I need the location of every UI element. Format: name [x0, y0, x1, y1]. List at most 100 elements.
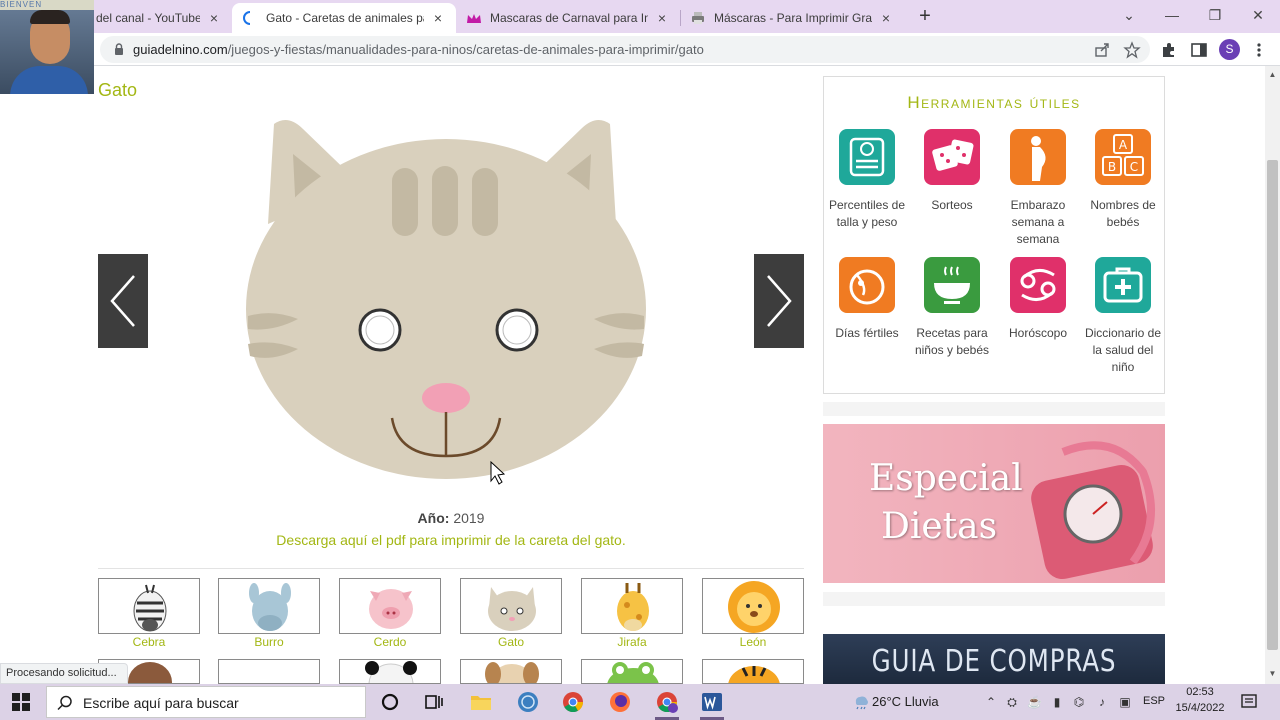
tab-youtube[interactable]: del canal - YouTube St ×: [86, 3, 232, 33]
thumbnail-row2[interactable]: [460, 659, 562, 684]
minimize-button[interactable]: —: [1160, 4, 1184, 26]
thumbnail-cerdo[interactable]: [339, 578, 441, 634]
input-language[interactable]: ESP: [1143, 695, 1165, 707]
thumbnail-leon[interactable]: [702, 578, 804, 634]
panda-icon: [365, 661, 417, 683]
tool-diccionario-salud[interactable]: Diccionario de la salud del niño: [1080, 257, 1166, 376]
profile-avatar[interactable]: S: [1219, 39, 1240, 60]
close-icon[interactable]: ×: [878, 10, 894, 26]
clock-time[interactable]: 02:53: [1176, 686, 1224, 698]
taskbar-search-input[interactable]: Escribe aquí para buscar: [46, 686, 366, 718]
tray-java-icon[interactable]: ☕: [1027, 695, 1042, 709]
tool-sorteos[interactable]: Sorteos: [909, 129, 995, 214]
slider-prev-button[interactable]: [98, 254, 148, 348]
close-window-button[interactable]: ✕: [1246, 4, 1270, 26]
cancer-sign-icon: [1010, 257, 1066, 313]
thumbnail-row2[interactable]: [339, 659, 441, 684]
tool-dias-fertiles[interactable]: Días fértiles: [824, 257, 910, 342]
scroll-up-icon[interactable]: ▲: [1267, 70, 1278, 80]
bowl-icon: [924, 257, 980, 313]
thumbnail-jirafa[interactable]: [581, 578, 683, 634]
menu-kebab-icon[interactable]: [1250, 41, 1268, 59]
extensions-puzzle-icon[interactable]: [1160, 41, 1178, 59]
page-scrollbar[interactable]: ▲ ▼: [1265, 66, 1280, 684]
close-icon[interactable]: ×: [206, 10, 222, 26]
donkey-icon: [249, 583, 291, 631]
tab-gato[interactable]: Gato - Caretas de animales para ×: [232, 3, 456, 33]
url-domain: guiadelnino.com: [133, 42, 228, 57]
thumbnail-row2[interactable]: [218, 659, 320, 684]
tab-mascaras-carnaval[interactable]: Mascaras de Carnaval para Impri ×: [456, 3, 680, 33]
tool-horoscopo[interactable]: Horóscopo: [995, 257, 1081, 342]
tab-title: Máscaras - Para Imprimir Gratis -: [714, 11, 872, 25]
pig-icon: [369, 589, 413, 629]
volume-icon[interactable]: ♪: [1095, 695, 1109, 709]
bookmark-star-icon[interactable]: [1123, 41, 1141, 59]
thumbnail-label-jirafa[interactable]: Jirafa: [581, 635, 683, 649]
tool-embarazo[interactable]: Embarazo semana a semana: [995, 129, 1081, 248]
app-globe-icon[interactable]: [516, 690, 540, 714]
chrome-profile-icon[interactable]: [655, 690, 679, 714]
weather-text[interactable]: 26°C Lluvia: [872, 694, 939, 709]
thumbnail-row2[interactable]: [702, 659, 804, 684]
cortana-icon[interactable]: [378, 690, 402, 714]
thumbnail-label-leon[interactable]: León: [702, 635, 804, 649]
lion-icon: [728, 581, 780, 633]
thumbnail-label-cebra[interactable]: Cebra: [98, 635, 200, 649]
dice-icon: [924, 129, 980, 185]
battery-icon[interactable]: ▮: [1050, 695, 1064, 709]
useful-tools-box: Herramientas útiles Percentiles de talla…: [823, 76, 1165, 394]
shopping-guide-title: GUIA DE COMPRAS: [871, 644, 1117, 679]
download-pdf-link[interactable]: Descarga aquí el pdf para imprimir de la…: [98, 532, 804, 548]
thumbnail-label-gato[interactable]: Gato: [460, 635, 562, 649]
scroll-down-icon[interactable]: ▼: [1267, 669, 1278, 679]
thumbnail-row2[interactable]: [581, 659, 683, 684]
restore-button[interactable]: ❐: [1203, 4, 1227, 26]
share-icon[interactable]: [1093, 41, 1111, 59]
new-tab-button[interactable]: +: [914, 6, 936, 28]
file-explorer-icon[interactable]: [469, 690, 493, 714]
thumbnail-label-burro[interactable]: Burro: [218, 635, 320, 649]
windows-taskbar: Escribe aquí para buscar 26°C Lluvia ⌃ ⛭…: [0, 684, 1280, 720]
firefox-icon[interactable]: [608, 690, 632, 714]
year-line: Año: 2019: [98, 510, 804, 526]
diets-banner[interactable]: Especial Dietas: [823, 424, 1165, 583]
tab-mascaras-imprimir[interactable]: Máscaras - Para Imprimir Gratis - ×: [680, 3, 904, 33]
close-icon[interactable]: ×: [430, 10, 446, 26]
tool-percentiles[interactable]: Percentiles de talla y peso: [824, 129, 910, 231]
url-text[interactable]: guiadelnino.com/juegos-y-fiestas/manuali…: [133, 42, 704, 57]
tray-chevron-up-icon[interactable]: ⌃: [984, 695, 998, 709]
year-value: 2019: [453, 510, 485, 526]
shopping-guide-banner[interactable]: GUIA DE COMPRAS: [823, 634, 1165, 684]
slider-next-button[interactable]: [754, 254, 804, 348]
thumbnail-gato[interactable]: [460, 578, 562, 634]
tool-label: Percentiles de talla y peso: [828, 198, 906, 229]
tool-nombres[interactable]: ABC Nombres de bebés: [1080, 129, 1166, 231]
sidebar-spacer: [823, 592, 1165, 606]
status-bubble: Procesando solicitud...: [0, 663, 128, 684]
thumbnail-burro[interactable]: [218, 578, 320, 634]
scrollbar-thumb[interactable]: [1267, 160, 1278, 650]
word-icon[interactable]: [700, 690, 724, 714]
close-icon[interactable]: ×: [654, 10, 670, 26]
windows-start-icon[interactable]: [12, 693, 30, 711]
clock-date[interactable]: 15/4/2022: [1172, 702, 1228, 714]
year-label: Año:: [417, 510, 450, 526]
side-panel-icon[interactable]: [1190, 41, 1208, 59]
search-icon: [57, 695, 72, 711]
weather-rain-icon[interactable]: [852, 692, 870, 710]
svg-text:A: A: [1119, 138, 1128, 152]
tool-label: Diccionario de la salud del niño: [1084, 326, 1162, 374]
tool-recetas[interactable]: Recetas para niños y bebés: [909, 257, 995, 359]
tray-badge-icon[interactable]: ▣: [1118, 695, 1132, 709]
chrome-icon[interactable]: [561, 690, 585, 714]
address-bar[interactable]: guiadelnino.com/juegos-y-fiestas/manuali…: [100, 36, 1150, 63]
network-icon[interactable]: ⌬: [1072, 695, 1086, 709]
lock-icon[interactable]: [114, 43, 124, 55]
tab-search-chevron-icon[interactable]: ⌄: [1117, 4, 1141, 26]
task-view-icon[interactable]: [422, 690, 446, 714]
tray-app-icon[interactable]: ⛭: [1005, 695, 1019, 709]
thumbnail-label-cerdo[interactable]: Cerdo: [339, 635, 441, 649]
notifications-icon[interactable]: [1240, 693, 1258, 711]
thumbnail-cebra[interactable]: [98, 578, 200, 634]
